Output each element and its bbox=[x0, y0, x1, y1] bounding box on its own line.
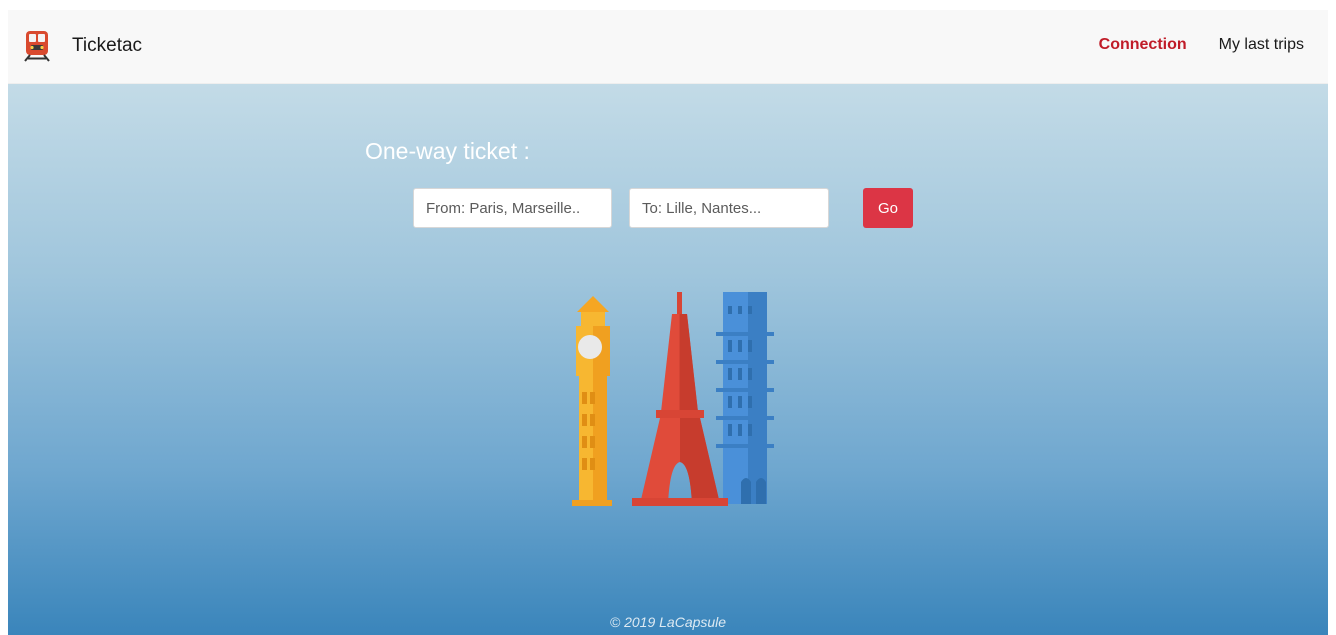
train-icon bbox=[24, 31, 50, 62]
pisa-tower-icon bbox=[716, 292, 774, 504]
brand-link[interactable]: Ticketac bbox=[22, 30, 142, 62]
hero-title: One-way ticket : bbox=[365, 138, 530, 164]
landmarks-illustration bbox=[572, 292, 774, 506]
top-navbar: Ticketac Connection My last trips bbox=[8, 10, 1328, 84]
footer-copyright: © 2019 LaCapsule bbox=[609, 614, 727, 630]
nav-last-trips-link[interactable]: My last trips bbox=[1219, 36, 1304, 54]
eiffel-tower-icon bbox=[632, 292, 728, 506]
go-button[interactable]: Go bbox=[863, 188, 913, 228]
from-city-input[interactable] bbox=[413, 188, 612, 228]
nav-links: Connection My last trips bbox=[1099, 36, 1304, 54]
brand-name: Ticketac bbox=[72, 35, 143, 56]
hero-section: One-way ticket : Go bbox=[8, 84, 1328, 635]
to-city-input[interactable] bbox=[629, 188, 829, 228]
app-frame: Ticketac Connection My last trips One-wa… bbox=[8, 10, 1328, 635]
nav-connection-link[interactable]: Connection bbox=[1099, 36, 1187, 54]
big-ben-icon bbox=[572, 296, 612, 506]
